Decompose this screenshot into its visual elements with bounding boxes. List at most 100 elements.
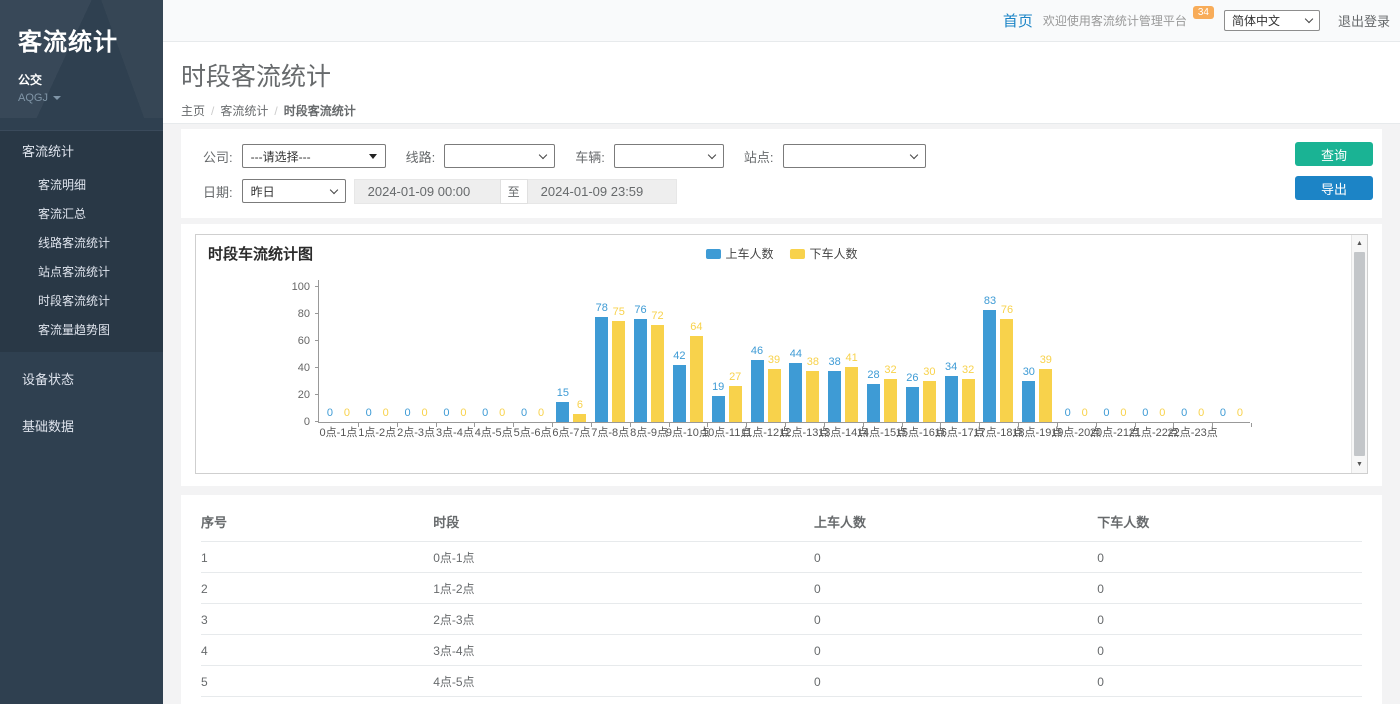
bar-boarding — [828, 371, 841, 422]
table-cell: 0 — [1097, 666, 1362, 697]
y-axis-tick — [315, 394, 319, 395]
table-cell: 0 — [1097, 542, 1362, 573]
export-button[interactable]: 导出 — [1295, 176, 1373, 200]
x-axis-label: 22点-23点 — [1168, 424, 1218, 440]
sidebar-submenu-item[interactable]: 客流量趋势图 — [0, 315, 163, 344]
col-header-alighting: 下车人数 — [1097, 503, 1362, 542]
logout-link[interactable]: 退出登录 — [1338, 11, 1390, 30]
bar-group: 002点-3点 — [397, 288, 436, 422]
bar-alighting — [768, 369, 781, 422]
bar-column-alighting: 39 — [1039, 288, 1052, 422]
breadcrumb: 主页/客流统计/时段客流统计 — [181, 102, 1382, 119]
home-link[interactable]: 首页 — [1003, 10, 1033, 31]
bar-column-boarding: 15 — [556, 288, 569, 422]
language-select[interactable]: 简体中文 — [1224, 10, 1320, 31]
bar-column-boarding: 0 — [479, 288, 492, 422]
bar-column-boarding: 0 — [440, 288, 453, 422]
bar-value-label: 41 — [846, 352, 858, 364]
filter-row-1: 公司: ---请选择--- 线路: 车辆: 站点: — [203, 143, 1360, 169]
y-axis-label: 100 — [292, 281, 310, 293]
triangle-down-icon — [369, 154, 377, 159]
bar-value-label: 38 — [807, 356, 819, 368]
bar-value-label: 0 — [499, 407, 505, 419]
bar-value-label: 76 — [1001, 304, 1013, 316]
bar-value-label: 78 — [596, 302, 608, 314]
account-dropdown[interactable]: AQGJ — [18, 92, 145, 104]
scroll-down-icon[interactable]: ▼ — [1352, 457, 1367, 472]
table-cell: 2 — [201, 573, 433, 604]
scroll-up-icon[interactable]: ▲ — [1352, 236, 1367, 251]
bar-column-alighting: 0 — [1156, 288, 1169, 422]
bar-column-alighting: 0 — [1233, 288, 1246, 422]
legend-swatch — [790, 249, 805, 259]
sidebar-item-base-data[interactable]: 基础数据 — [0, 405, 163, 446]
bar-group: 0021点-22点 — [1134, 288, 1173, 422]
bar-column-boarding: 78 — [595, 288, 608, 422]
app-title: 客流统计 — [18, 22, 145, 57]
bar-value-label: 0 — [1181, 407, 1187, 419]
bar-column-boarding: 30 — [1022, 288, 1035, 422]
sidebar-submenu-item[interactable]: 线路客流统计 — [0, 228, 163, 257]
bar-alighting — [612, 321, 625, 422]
company-select[interactable]: ---请选择--- — [242, 144, 386, 168]
legend-item: 上车人数 — [705, 245, 773, 262]
bar-column-boarding: 38 — [828, 288, 841, 422]
bar-group: 263015点-16点 — [901, 288, 940, 422]
bar-column-boarding: 0 — [1178, 288, 1191, 422]
sidebar-header: 客流统计 公交 AQGJ — [0, 0, 163, 118]
content: 公司: ---请选择--- 线路: 车辆: 站点: — [163, 124, 1400, 704]
table-panel: 序号 时段 上车人数 下车人数 10点-1点0021点-2点0032点-3点00… — [181, 495, 1382, 704]
bar-value-label: 0 — [327, 407, 333, 419]
date-start-input[interactable]: 2024-01-09 00:00 — [354, 179, 500, 204]
bar-column-alighting: 0 — [496, 288, 509, 422]
bar-value-label: 44 — [790, 348, 802, 360]
filter-panel: 公司: ---请选择--- 线路: 车辆: 站点: — [181, 129, 1382, 218]
bar-column-alighting: 0 — [1078, 288, 1091, 422]
bar-value-label: 39 — [1040, 354, 1052, 366]
bar-value-label: 30 — [1023, 366, 1035, 378]
table-cell: 0 — [1097, 604, 1362, 635]
bar-column-boarding: 26 — [906, 288, 919, 422]
legend-label: 上车人数 — [725, 245, 773, 262]
date-preset-select[interactable]: 昨日 — [242, 179, 346, 203]
sidebar-submenu-item[interactable]: 客流明细 — [0, 170, 163, 199]
bar-column-alighting: 6 — [573, 288, 586, 422]
filter-row-2: 日期: 昨日 2024-01-09 00:00 至 2024-01-09 23:… — [203, 178, 1360, 204]
bar-boarding — [906, 387, 919, 422]
chart-scrollbar[interactable]: ▲ ▼ — [1351, 235, 1367, 473]
table-cell: 2点-3点 — [433, 604, 814, 635]
line-label: 线路: — [406, 147, 436, 166]
bar-value-label: 0 — [1065, 407, 1071, 419]
table-cell: 1点-2点 — [433, 573, 814, 604]
bar-boarding — [634, 319, 647, 422]
sidebar-submenu-item[interactable]: 客流汇总 — [0, 199, 163, 228]
bar-boarding — [867, 384, 880, 422]
bar-value-label: 0 — [1103, 407, 1109, 419]
table-cell: 1 — [201, 542, 433, 573]
breadcrumb-item[interactable]: 主页 — [181, 104, 205, 118]
sidebar-submenu-item[interactable]: 站点客流统计 — [0, 257, 163, 286]
vehicle-select[interactable] — [614, 144, 724, 168]
search-button[interactable]: 查询 — [1295, 142, 1373, 166]
breadcrumb-item[interactable]: 客流统计 — [220, 104, 268, 118]
bar-column-alighting: 41 — [845, 288, 858, 422]
line-select[interactable] — [444, 144, 555, 168]
table-cell: 3 — [201, 604, 433, 635]
x-axis-label: 4点-5点 — [475, 424, 513, 440]
sidebar-submenu-item[interactable]: 时段客流统计 — [0, 286, 163, 315]
sidebar-item-passenger-stats[interactable]: 客流统计 — [0, 131, 163, 170]
bar-alighting — [1039, 369, 1052, 422]
bar-value-label: 72 — [651, 310, 663, 322]
station-select[interactable] — [783, 144, 926, 168]
bar-column-alighting: 64 — [690, 288, 703, 422]
chevron-down-icon — [909, 150, 917, 158]
date-end-input[interactable]: 2024-01-09 23:59 — [528, 179, 677, 204]
sidebar-item-device-status[interactable]: 设备状态 — [0, 358, 163, 399]
bar-group: 303918点-19点 — [1018, 288, 1057, 422]
bar-group: 192710点-11点 — [707, 288, 746, 422]
chart-legend: 上车人数下车人数 — [705, 245, 857, 262]
scrollbar-thumb[interactable] — [1354, 252, 1365, 456]
bar-alighting — [729, 386, 742, 422]
bar-value-label: 38 — [829, 356, 841, 368]
bar-column-boarding: 0 — [1061, 288, 1074, 422]
